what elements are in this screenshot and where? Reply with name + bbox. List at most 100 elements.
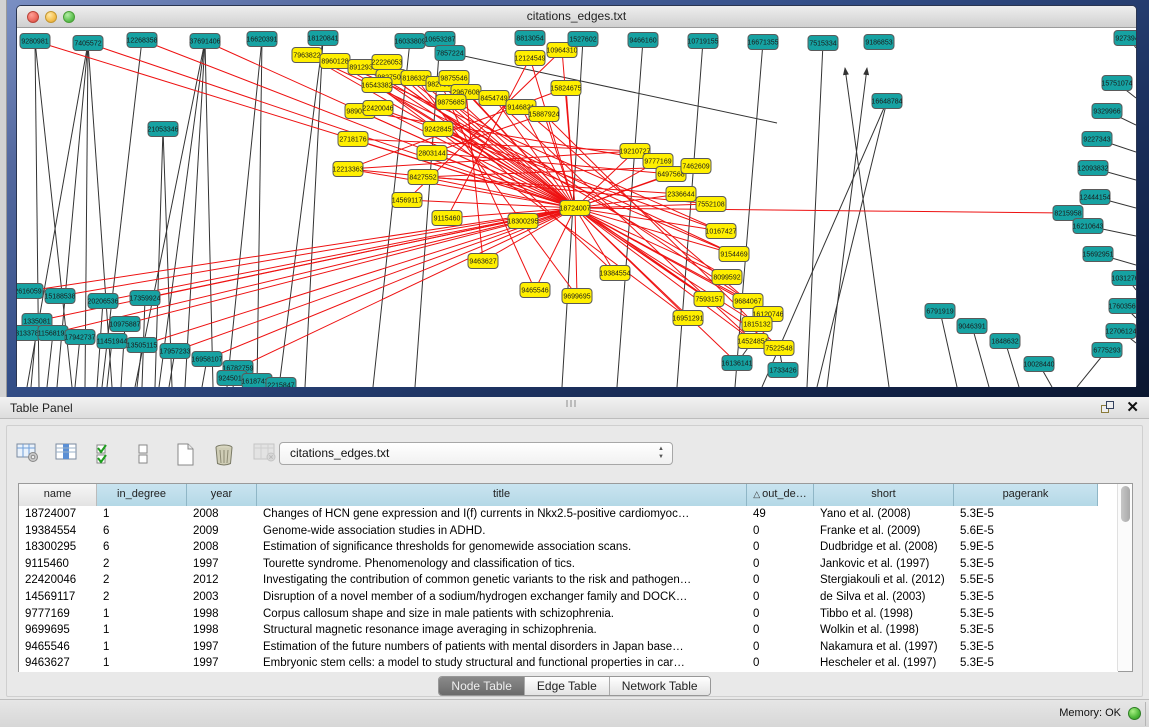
column-header-year[interactable]: year [187,484,257,506]
column-header-pagerank[interactable]: pagerank [954,484,1098,506]
graph-node-label: 3313378 [17,331,39,338]
table-row[interactable]: 1456911722003Disruption of a novel membe… [19,589,1118,606]
table-cell: 6 [97,539,187,556]
graph-edge [53,208,575,333]
graph-node-label: 16958107 [191,357,222,364]
graph-node-label: 7515334 [809,41,836,48]
table-row[interactable]: 946554611997Estimation of the future num… [19,639,1118,656]
split-grip-icon[interactable] [566,400,578,407]
select-all-columns-icon[interactable] [94,440,120,466]
column-header-title[interactable]: title [257,484,747,506]
graph-edge [47,333,53,387]
graph-edge [827,68,867,387]
table-cell: 9777169 [19,606,97,623]
graph-node-label: 9154469 [720,252,747,259]
column-header-out_de[interactable]: △out_de… [747,484,814,506]
table-cell: 1997 [187,639,257,656]
table-panel-header[interactable]: Table Panel ✕ [0,397,1149,419]
graph-edge [972,326,989,387]
graph-node-label: 37691406 [189,39,220,46]
graph-node-label: 9684067 [734,299,761,306]
graph-node-label: 16620391 [246,37,277,44]
graph-node-label: 12706124 [1105,329,1136,336]
graph-node-label: 2215847 [267,383,294,388]
table-row[interactable]: 969969511998Structural magnetic resonanc… [19,622,1118,639]
delete-column-icon[interactable] [212,440,238,466]
column-header-in_degree[interactable]: in_degree [97,484,187,506]
graph-node-label: 8427552 [409,175,436,182]
sort-ascending-icon: △ [753,489,760,499]
graph-node-label: 1815132 [743,322,770,329]
graph-node-label: 2718176 [339,137,366,144]
table-row[interactable]: 1938455462009Genome-wide association stu… [19,523,1118,540]
table-cell: de Silva et al. (2003) [814,589,954,606]
column-header-name[interactable]: name [19,484,97,506]
graph-node-label: 1527602 [569,37,596,44]
graph-node-label: 17603560 [1108,304,1136,311]
graph-node-label: 21053346 [147,127,178,134]
scrollbar-thumb[interactable] [1121,486,1130,522]
table-cell: Wolkin et al. (1998) [814,622,954,639]
table-cell: 1998 [187,622,257,639]
graph-edge [348,151,635,169]
graph-node-label: 18724007 [559,206,590,213]
table-cell: Embryonic stem cells: a model to study s… [257,655,747,672]
table-row[interactable]: 2242004622012Investigating the contribut… [19,572,1118,589]
table-row[interactable]: 977716911998Corpus callosum shape and si… [19,606,1118,623]
graph-node-label: 17942737 [64,335,95,342]
table-row[interactable]: 946362711997Embryonic stem cells: a mode… [19,655,1118,672]
table-cell: 2 [97,589,187,606]
table-row[interactable]: 1872400712008Changes of HCN gene express… [19,506,1118,523]
table-cell: 1997 [187,655,257,672]
tab-node-table[interactable]: Node Table [439,677,525,695]
graph-node-label: 16951291 [672,316,703,323]
show-columns-icon[interactable] [54,440,80,466]
network-desktop: citations_edges.txt 18724007796382289601… [0,0,1149,397]
graph-node-label: 8215958 [1054,211,1081,218]
graph-node-label: 2336644 [667,192,694,199]
network-canvas[interactable]: 1872400779638228960128891293422226053982… [17,28,1136,387]
column-header-short[interactable]: short [814,484,954,506]
graph-edge [817,101,887,387]
graph-node-label: 15824675 [550,86,581,93]
table-cell: 5.9E-5 [954,539,1098,556]
table-cell: 1 [97,606,187,623]
tab-edge-table[interactable]: Edge Table [525,677,610,695]
table-cell: 5.3E-5 [954,589,1098,606]
graph-node-label: 14569117 [392,198,423,205]
graph-node-label: 15751074 [1101,81,1132,88]
graph-node-label: 9699695 [563,294,590,301]
network-view-window: citations_edges.txt 18724007796382289601… [16,5,1137,386]
segmented-control: Node TableEdge TableNetwork Table [438,676,710,696]
unselect-all-columns-icon[interactable] [133,440,159,466]
graph-node-label: 7552108 [697,202,724,209]
graph-node-label: 18120841 [307,36,338,43]
app-left-edge [0,0,7,397]
table-cell: Corpus callosum shape and size in male p… [257,606,747,623]
table-body: 1872400712008Changes of HCN gene express… [19,506,1118,672]
create-column-icon[interactable] [173,440,199,466]
float-window-icon[interactable] [1101,401,1115,415]
table-settings-icon[interactable] [15,440,41,466]
delete-table-icon [252,440,278,466]
table-cell: Investigating the contribution of common… [257,572,747,589]
vertical-scrollbar[interactable] [1117,484,1132,671]
table-row[interactable]: 911546021997Tourette syndrome. Phenomeno… [19,556,1118,573]
close-panel-icon[interactable]: ✕ [1126,398,1139,416]
table-cell: 5.3E-5 [954,506,1098,523]
graph-edge [575,208,577,296]
graph-node-label: 17957233 [159,349,190,356]
tab-network-table[interactable]: Network Table [610,677,710,695]
table-header-row: namein_degreeyeartitle△out_de…shortpager… [19,484,1118,506]
memory-ok-indicator-icon[interactable] [1128,707,1141,720]
network-window-titlebar[interactable]: citations_edges.txt [17,6,1136,28]
table-row[interactable]: 1830029562008Estimation of significance … [19,539,1118,556]
graph-node-label: 12268358 [126,38,157,45]
table-selector-dropdown[interactable]: citations_edges.txt ▲▼ [279,442,673,465]
graph-edge [205,41,213,387]
table-cell: Tourette syndrome. Phenomenology and cla… [257,556,747,573]
table-cell: 2 [97,572,187,589]
graph-node-label: 9463627 [469,259,496,266]
graph-node-label: 7405572 [74,41,101,48]
table-type-tabs: Node TableEdge TableNetwork Table [7,676,1142,697]
